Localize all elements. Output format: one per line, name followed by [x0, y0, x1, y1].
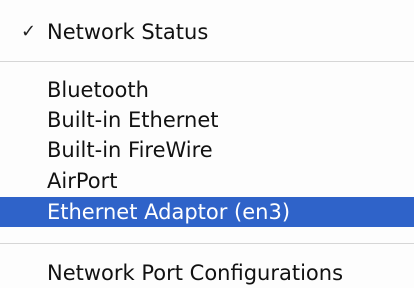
- menu-item-label: Ethernet Adaptor (en3): [47, 200, 291, 224]
- menu-item-label: Bluetooth: [47, 78, 149, 102]
- menu-item-network-port-configurations[interactable]: Network Port Configurations: [0, 259, 414, 287]
- menu-item-label: Network Status: [47, 20, 209, 44]
- network-port-menu: ✓ Network Status Bluetooth Built-in Ethe…: [0, 0, 414, 288]
- menu-item-ethernet-adaptor-en3[interactable]: Ethernet Adaptor (en3): [0, 197, 414, 227]
- menu-separator: [0, 61, 414, 62]
- checkmark-icon: ✓: [21, 21, 37, 42]
- menu-item-built-in-ethernet[interactable]: Built-in Ethernet: [0, 106, 414, 134]
- menu-item-built-in-firewire[interactable]: Built-in FireWire: [0, 136, 414, 164]
- menu-item-label: Built-in FireWire: [47, 138, 213, 162]
- menu-separator: [0, 243, 414, 244]
- menu-item-label: Network Port Configurations: [47, 261, 344, 285]
- menu-item-airport[interactable]: AirPort: [0, 167, 414, 195]
- menu-item-label: AirPort: [47, 169, 118, 193]
- menu-item-bluetooth[interactable]: Bluetooth: [0, 76, 414, 104]
- menu-item-label: Built-in Ethernet: [47, 108, 219, 132]
- menu-item-network-status[interactable]: ✓ Network Status: [0, 18, 414, 46]
